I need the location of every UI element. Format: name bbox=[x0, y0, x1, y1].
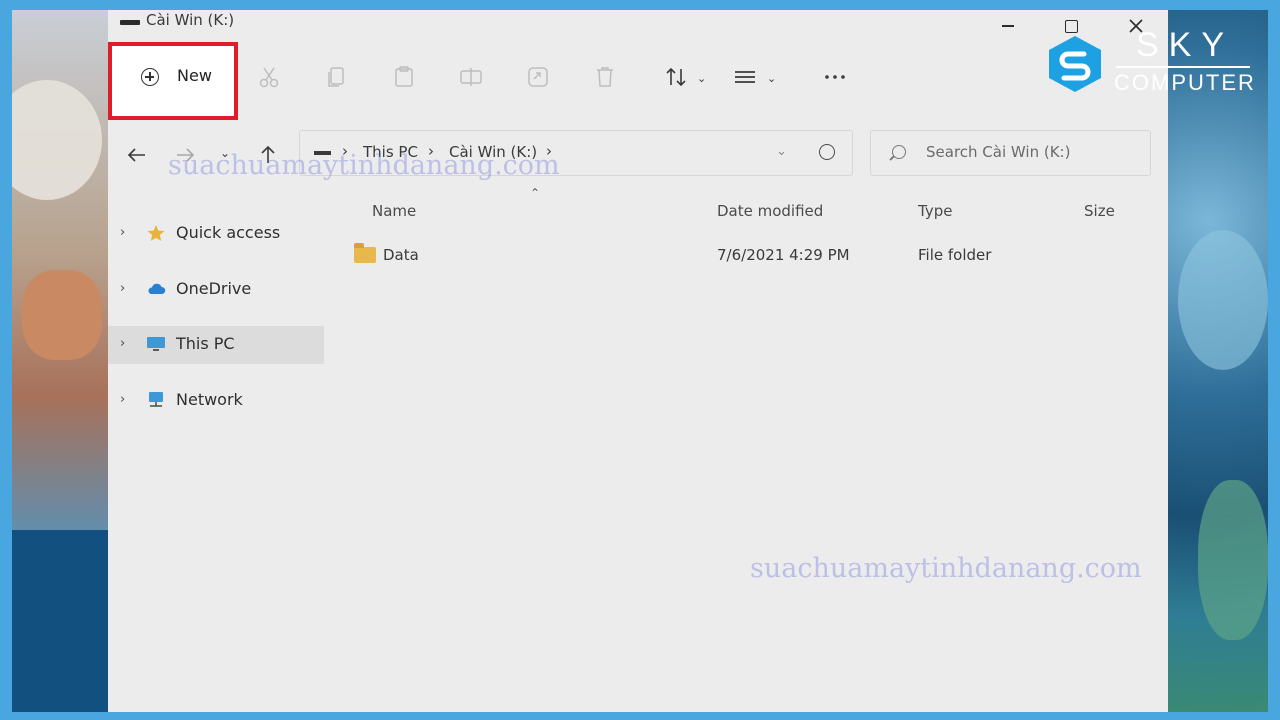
view-icon[interactable] bbox=[732, 64, 758, 90]
command-bar: New ⌄ ⌄ bbox=[108, 42, 1168, 120]
minimize-icon bbox=[1002, 25, 1014, 27]
column-header-date-modified[interactable]: Date modified bbox=[717, 202, 823, 220]
refresh-icon[interactable] bbox=[819, 144, 835, 160]
window-title: Cài Win (K:) bbox=[146, 11, 235, 29]
cloud-icon bbox=[148, 283, 166, 294]
delete-icon[interactable] bbox=[592, 64, 618, 90]
sort-icon[interactable] bbox=[663, 64, 689, 90]
sidebar-item-label: This PC bbox=[176, 334, 235, 353]
computer-icon bbox=[147, 337, 165, 351]
folder-icon bbox=[354, 243, 376, 263]
star-icon bbox=[147, 225, 165, 241]
search-placeholder: Search Cài Win (K:) bbox=[926, 143, 1071, 161]
copy-icon[interactable] bbox=[324, 64, 350, 90]
column-header-name[interactable]: Name bbox=[372, 202, 416, 220]
share-icon[interactable] bbox=[525, 64, 551, 90]
expand-chevron-icon[interactable]: › bbox=[120, 392, 125, 407]
sidebar-item-this-pc[interactable]: › This PC bbox=[108, 326, 324, 364]
table-row[interactable]: Data 7/6/2021 4:29 PM File folder bbox=[324, 242, 1168, 276]
back-arrow-icon[interactable] bbox=[126, 144, 148, 166]
column-header-size[interactable]: Size bbox=[1084, 202, 1115, 220]
logo-text-sky: SKY bbox=[1136, 26, 1235, 64]
maximize-icon bbox=[1064, 19, 1078, 33]
search-icon bbox=[892, 145, 906, 159]
file-list: ⌃ Name Date modified Type Size Data 7/6/… bbox=[324, 186, 1168, 710]
paste-icon[interactable] bbox=[391, 64, 417, 90]
screenshot-frame: Cài Win (K:) New ⌄ ⌄ ⌄ › This PC › Cài W… bbox=[0, 0, 1280, 720]
sidebar-item-label: Network bbox=[176, 390, 243, 409]
expand-chevron-icon[interactable]: › bbox=[120, 225, 125, 240]
sidebar-item-network[interactable]: › Network bbox=[108, 382, 324, 420]
column-header-type[interactable]: Type bbox=[918, 202, 952, 220]
desktop-wallpaper-right bbox=[1168, 10, 1268, 712]
minimize-button[interactable] bbox=[983, 10, 1033, 42]
new-button[interactable]: New bbox=[118, 52, 228, 112]
file-name: Data bbox=[383, 246, 419, 264]
new-button-label: New bbox=[177, 66, 212, 85]
drive-icon bbox=[120, 20, 140, 25]
sidebar-item-quick-access[interactable]: › Quick access bbox=[108, 215, 324, 253]
sky-computer-logo: SKY COMPUTER bbox=[1040, 26, 1260, 102]
file-type: File folder bbox=[918, 246, 992, 264]
cut-icon[interactable] bbox=[256, 64, 282, 90]
navigation-pane: › Quick access › OneDrive › This PC › Ne… bbox=[108, 210, 324, 710]
plus-icon bbox=[141, 68, 159, 86]
rename-icon[interactable] bbox=[458, 64, 484, 90]
logo-text-computer: COMPUTER bbox=[1114, 70, 1256, 95]
logo-mark-icon bbox=[1049, 36, 1101, 92]
watermark-text: suachuamaytinhdanang.com bbox=[168, 150, 560, 181]
sidebar-item-label: OneDrive bbox=[176, 279, 252, 298]
expand-chevron-icon[interactable]: › bbox=[120, 281, 125, 296]
new-button-highlight: New bbox=[108, 42, 238, 120]
more-icon[interactable] bbox=[822, 64, 848, 90]
expand-chevron-icon[interactable]: › bbox=[120, 336, 125, 351]
watermark-text: suachuamaytinhdanang.com bbox=[750, 553, 1142, 584]
search-box[interactable]: Search Cài Win (K:) bbox=[870, 130, 1151, 176]
address-dropdown-chevron-icon[interactable]: ⌄ bbox=[776, 144, 787, 159]
view-chevron-down-icon[interactable]: ⌄ bbox=[767, 72, 776, 85]
file-date-modified: 7/6/2021 4:29 PM bbox=[717, 246, 850, 264]
sidebar-item-onedrive[interactable]: › OneDrive bbox=[108, 271, 324, 309]
sort-chevron-down-icon[interactable]: ⌄ bbox=[697, 72, 706, 85]
sort-caret-up-icon: ⌃ bbox=[530, 186, 541, 200]
sidebar-item-label: Quick access bbox=[176, 223, 281, 242]
logo-divider bbox=[1116, 66, 1250, 68]
file-explorer-window: Cài Win (K:) New ⌄ ⌄ ⌄ › This PC › Cài W… bbox=[108, 10, 1168, 712]
desktop-wallpaper-left bbox=[12, 10, 110, 712]
title-bar: Cài Win (K:) bbox=[108, 10, 1168, 42]
network-icon bbox=[149, 392, 163, 407]
